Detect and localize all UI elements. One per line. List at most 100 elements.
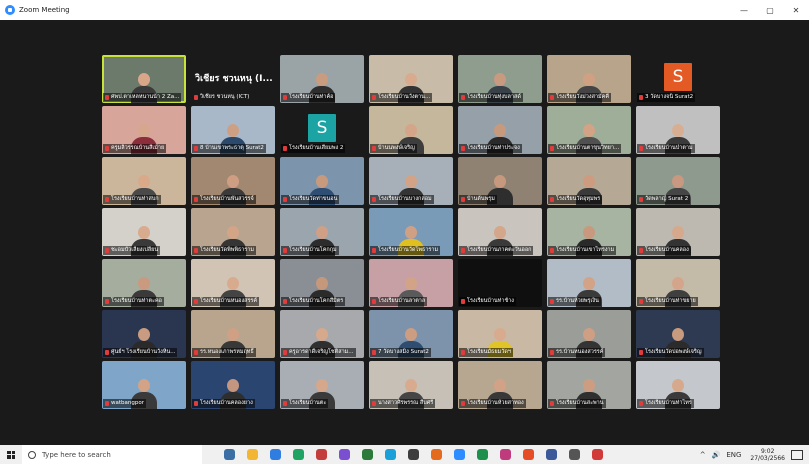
participant-tile[interactable]: โรงเรียนบ้านตะ (280, 361, 364, 409)
participant-name-label: โรงเรียนบ้านวังตาน... (370, 93, 433, 102)
participant-name-label: โรงเรียนบ้านภาคตะวันออก (459, 246, 534, 255)
notifications-icon[interactable] (791, 449, 803, 460)
taskbar-app-icon[interactable] (431, 449, 442, 460)
clock-date: 27/03/2566 (750, 454, 785, 462)
language-indicator[interactable]: ENG (726, 451, 741, 459)
participant-tile[interactable]: บ้านต้นพรุม (458, 157, 542, 205)
participant-tile[interactable]: รร.บ้านห้วยพรุเงิน (547, 259, 631, 307)
participant-name-label: โรงเรียนวัดบ่อพงษ์เจริญ (637, 348, 704, 357)
participant-tile[interactable]: โรงเรียนบ้านบางกล่อม (369, 157, 453, 205)
muted-mic-icon (461, 350, 465, 355)
participant-tile[interactable]: โรงเรียนบ้านท่าสบก (102, 157, 186, 205)
participant-name-label: โรงเรียนมัธยมวัดฯ (459, 348, 513, 357)
participant-name-label: โรงเรียนบ้านคลอง (637, 246, 691, 255)
participant-name: โรงเรียนบ้านเขาไทรงาม (556, 247, 615, 253)
participant-tile[interactable]: 8 บ้านเขาพระธาตุ Surat2 (191, 106, 275, 154)
participant-tile[interactable]: บ้านนพงษ์เจริญ (369, 106, 453, 154)
taskbar-app-icon[interactable] (385, 449, 396, 460)
participant-tile[interactable]: โรงเรียนบ้านภาคตะวันออก (458, 208, 542, 256)
participant-tile[interactable]: วิเชียร ชวนหนุ (I... วิเชียร ชวนหนุ (ICT) (191, 55, 275, 103)
participant-tile[interactable]: โรงเรียนบ้านป่าตาม (636, 106, 720, 154)
taskbar-app-icon[interactable] (293, 449, 304, 460)
participant-tile[interactable]: โรงเรียนบ้านท่าขยาย (636, 259, 720, 307)
taskbar-app-icon[interactable] (569, 449, 580, 460)
taskbar-app-icon[interactable] (592, 449, 603, 460)
participant-tile[interactable]: โรงเรียนบ้านเขาไทรงาม (547, 208, 631, 256)
participant-tile[interactable]: โรงเรียนมัธยมวัดฯ (458, 310, 542, 358)
participant-tile[interactable]: โรงเรียนบ้านลาตาล (369, 259, 453, 307)
participant-tile[interactable]: โรงเรียนวัดพิพพิธาราม (191, 208, 275, 256)
muted-mic-icon (283, 146, 287, 151)
participant-tile[interactable]: ชะอมบัวเลียงเปลี่ยน (102, 208, 186, 256)
participant-tile[interactable]: โรงเรียนบ้านท่าช้าง (458, 259, 542, 307)
taskbar-app-icon[interactable] (408, 449, 419, 460)
participant-name: โรงเรียนบ้านท่าช้าง (467, 298, 514, 304)
muted-mic-icon (283, 350, 287, 355)
taskbar-app-icon[interactable] (546, 449, 557, 460)
participant-tile[interactable]: โรงเรียนบ้านท่าไทร (636, 361, 720, 409)
muted-mic-icon (550, 401, 554, 406)
participant-tile[interactable]: ครูอารดาดีเจริญโชติสาม... (280, 310, 364, 358)
participant-tile[interactable]: โรงเรียนบ้านโคกสีมิตร (280, 259, 364, 307)
taskbar-clock[interactable]: 9:02 27/03/2566 (750, 448, 785, 462)
muted-mic-icon (194, 248, 198, 253)
participant-name: 3 วัดบางจนิ Surat2 (645, 94, 694, 100)
participant-tile[interactable]: โรงเรียนบ้านคลอง (636, 208, 720, 256)
participant-tile[interactable]: watbangpor (102, 361, 186, 409)
participant-tile[interactable]: โรงเรียนวัดท่าขนอน (280, 157, 364, 205)
start-button[interactable] (0, 445, 22, 464)
participant-tile[interactable]: โรงเรียนบ้านห้วยสาทอง (458, 361, 542, 409)
participant-tile[interactable]: โรงเรียนบ้านโคกกุม (280, 208, 364, 256)
participant-tile[interactable]: โรงเรียนวังม่วงสามัคคี (547, 55, 631, 103)
participant-tile[interactable]: วัดพลาญ์ Surat 2 (636, 157, 720, 205)
participant-tile[interactable]: โรงเรียนบ้านทุ่งบลาสด์ (458, 55, 542, 103)
participant-tile[interactable]: ศูนย์ฯ โรงเรียนบ้านวังหิน... (102, 310, 186, 358)
tray-chevron-icon[interactable]: ^ (700, 451, 706, 459)
muted-mic-icon (461, 146, 465, 151)
participant-tile[interactable]: โรงเรียนบ้านท่าตะคอ (102, 259, 186, 307)
minimize-button[interactable]: — (731, 0, 757, 20)
taskbar-app-icon[interactable] (523, 449, 534, 460)
taskbar-app-icon[interactable] (454, 449, 465, 460)
participant-tile[interactable]: โรงเรียนบ้านท่าประจง (458, 106, 542, 154)
participant-tile[interactable]: โรงเรียนบ้านสะพาน (547, 361, 631, 409)
taskbar-app-icon[interactable] (224, 449, 235, 460)
participant-tile[interactable]: โรงเรียนวัดอุทุมพร (547, 157, 631, 205)
close-button[interactable]: ✕ (783, 0, 809, 20)
participant-tile[interactable]: โรงเรียนบ้านวังตาน... (369, 55, 453, 103)
taskbar-search[interactable]: Type here to search (22, 445, 202, 464)
participant-name-label: โรงเรียนบ้านท่าช้าง (459, 297, 516, 306)
taskbar-app-icon[interactable] (339, 449, 350, 460)
participant-tile[interactable]: โรงเรียนบ้านตาขุนวิทยา... (547, 106, 631, 154)
taskbar-app-icon[interactable] (500, 449, 511, 460)
muted-mic-icon (283, 401, 287, 406)
participant-tile[interactable]: นางสาวศิรพรรณ สืบศรี (369, 361, 453, 409)
taskbar-app-icon[interactable] (247, 449, 258, 460)
participant-tile[interactable]: โรงเรียนบ้านคลองยาง (191, 361, 275, 409)
participant-tile[interactable]: โรงเรียนบ้านหนองสรรค์ (191, 259, 275, 307)
participant-name-label: ศพป.ตาเหลหนานน้า 2 Za... (103, 93, 182, 102)
participant-tile[interactable]: รร.บ้านหนองสวรรค์ (547, 310, 631, 358)
participant-tile[interactable]: โรงเรียนบ้านพันสวรรจ์ (191, 157, 275, 205)
volume-icon[interactable]: 🔊 (712, 451, 721, 459)
taskbar-app-icon[interactable] (477, 449, 488, 460)
participant-tile[interactable]: ครูมลิวรรณบ้านสีเม้าย (102, 106, 186, 154)
participant-name-label: โรงเรียนวัดท่าขนอน (281, 195, 340, 204)
participant-tile[interactable]: โรงเรียนบ้านวัดโพธาราม (369, 208, 453, 256)
maximize-button[interactable]: ▢ (757, 0, 783, 20)
taskbar-app-icon[interactable] (316, 449, 327, 460)
participant-tile[interactable]: 7 วัดบางสมิง Surat2 (369, 310, 453, 358)
participant-tile[interactable]: โรงเรียนบ้านท่าค้อ (280, 55, 364, 103)
taskbar-app-icon[interactable] (362, 449, 373, 460)
participant-tile[interactable]: โรงเรียนวัดบ่อพงษ์เจริญ (636, 310, 720, 358)
participant-tile[interactable]: S โรงเรียนบ้านเสียมพง 2 (280, 106, 364, 154)
muted-mic-icon (372, 401, 376, 406)
participant-name: ศพป.ตาเหลหนานน้า 2 Za... (111, 94, 180, 100)
participant-tile[interactable]: ศพป.ตาเหลหนานน้า 2 Za... (102, 55, 186, 103)
participant-tile[interactable]: รร.หนองเภาพรหมฤทธิ์ (191, 310, 275, 358)
taskbar-app-icon[interactable] (270, 449, 281, 460)
participant-name: โรงเรียนบ้านบางกล่อม (378, 196, 432, 202)
participant-tile[interactable]: S 3 วัดบางจนิ Surat2 (636, 55, 720, 103)
participant-name-label: นางสาวศิรพรรณ สืบศรี (370, 399, 436, 408)
muted-mic-icon (639, 299, 643, 304)
